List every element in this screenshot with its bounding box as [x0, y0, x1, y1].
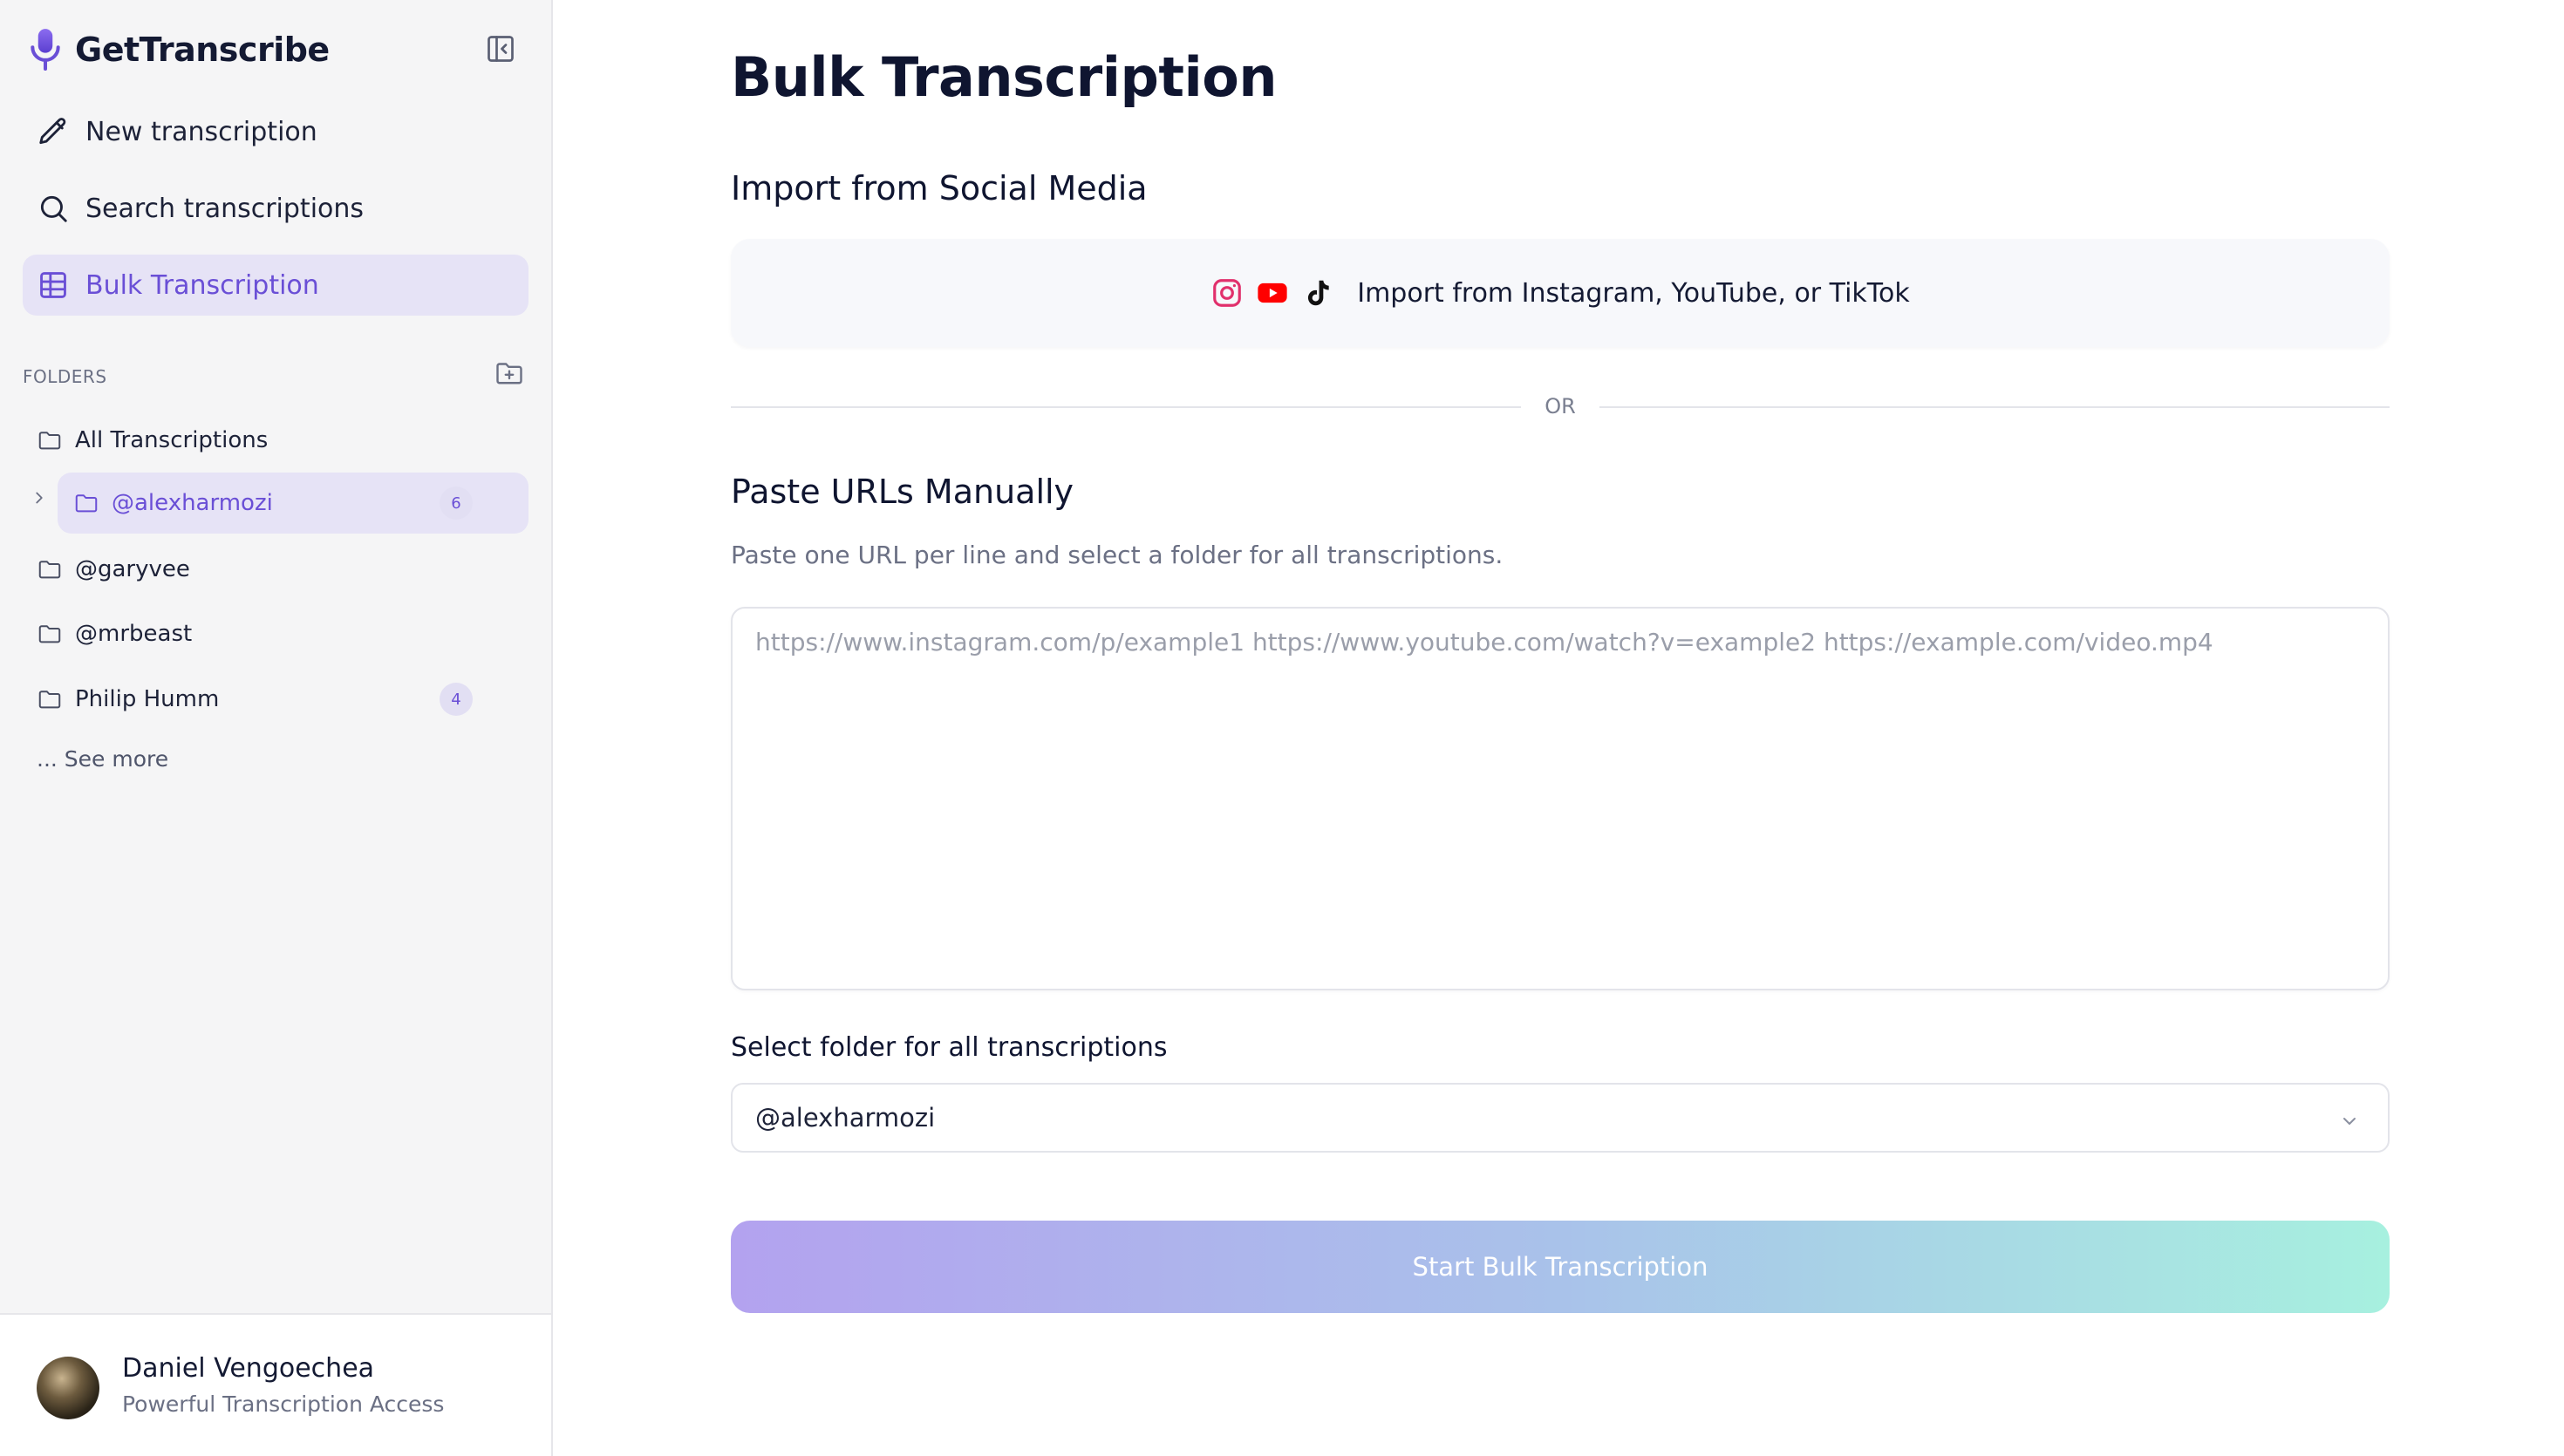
folder-alexharmozi[interactable]: @alexharmozi 6	[58, 473, 528, 534]
folder-select-label: Select folder for all transcriptions	[731, 1032, 1168, 1063]
import-social-button[interactable]: Import from Instagram, YouTube, or TikTo…	[731, 239, 2390, 347]
youtube-icon	[1258, 282, 1287, 303]
folder-icon	[38, 625, 61, 643]
folder-count-badge: 6	[440, 486, 473, 520]
microphone-icon	[31, 29, 60, 71]
folders-heading: FOLDERS	[23, 366, 107, 387]
folder-icon	[38, 432, 61, 450]
nav-bulk-transcription[interactable]: Bulk Transcription	[23, 255, 528, 316]
divider-line-right	[1599, 406, 2390, 408]
instagram-icon	[1213, 279, 1242, 307]
avatar	[37, 1357, 99, 1419]
user-plan: Powerful Transcription Access	[122, 1391, 445, 1417]
app-window: GetTranscribe New transcription Search t…	[0, 0, 2564, 1456]
folder-icon	[75, 494, 98, 513]
brand[interactable]: GetTranscribe	[26, 24, 330, 75]
tiktok-icon	[1308, 280, 1329, 306]
grid-icon	[40, 272, 66, 298]
search-icon	[40, 195, 67, 222]
nav-search-transcriptions[interactable]: Search transcriptions	[23, 178, 528, 239]
nav-new-transcription[interactable]: New transcription	[23, 101, 528, 162]
folder-garyvee[interactable]: @garyvee	[37, 539, 528, 600]
folder-label: @garyvee	[75, 556, 190, 582]
folder-count-badge: 4	[440, 683, 473, 716]
folder-label: @mrbeast	[75, 621, 193, 647]
folder-all-transcriptions[interactable]: All Transcriptions	[37, 410, 528, 471]
folder-icon	[38, 561, 61, 579]
pencil-icon	[39, 118, 66, 145]
start-bulk-transcription-button[interactable]: Start Bulk Transcription	[731, 1221, 2390, 1313]
chevron-right-icon[interactable]	[30, 488, 49, 507]
manual-section-title: Paste URLs Manually	[731, 473, 1074, 511]
user-profile[interactable]: Daniel Vengoechea Powerful Transcription…	[0, 1313, 551, 1456]
folder-label: @alexharmozi	[112, 490, 273, 516]
chevron-down-icon	[2343, 1118, 2356, 1125]
folder-select-dropdown[interactable]: @alexharmozi	[731, 1083, 2390, 1153]
folder-label: All Transcriptions	[75, 427, 269, 453]
urls-textarea[interactable]	[731, 607, 2390, 990]
manual-section-helper: Paste one URL per line and select a fold…	[731, 541, 1504, 569]
folder-label: Philip Humm	[75, 686, 220, 712]
sidebar: GetTranscribe New transcription Search t…	[0, 0, 553, 1456]
brand-name: GetTranscribe	[75, 31, 330, 69]
folder-icon	[38, 691, 61, 709]
collapse-sidebar-icon[interactable]	[485, 33, 516, 65]
nav-label: Search transcriptions	[85, 193, 365, 224]
nav-label: Bulk Transcription	[85, 269, 319, 301]
folder-mrbeast[interactable]: @mrbeast	[37, 603, 528, 664]
or-divider: OR	[731, 392, 2390, 422]
folder-select-value: @alexharmozi	[755, 1103, 936, 1133]
new-folder-icon[interactable]	[494, 357, 525, 389]
see-more-link[interactable]: ... See more	[37, 746, 168, 772]
import-social-label: Import from Instagram, YouTube, or TikTo…	[1357, 277, 1910, 309]
nav-label: New transcription	[85, 116, 317, 147]
page-title: Bulk Transcription	[731, 45, 1278, 109]
import-section-title: Import from Social Media	[731, 169, 1148, 208]
user-name: Daniel Vengoechea	[122, 1353, 375, 1384]
folder-philip-humm[interactable]: Philip Humm 4	[37, 669, 528, 730]
